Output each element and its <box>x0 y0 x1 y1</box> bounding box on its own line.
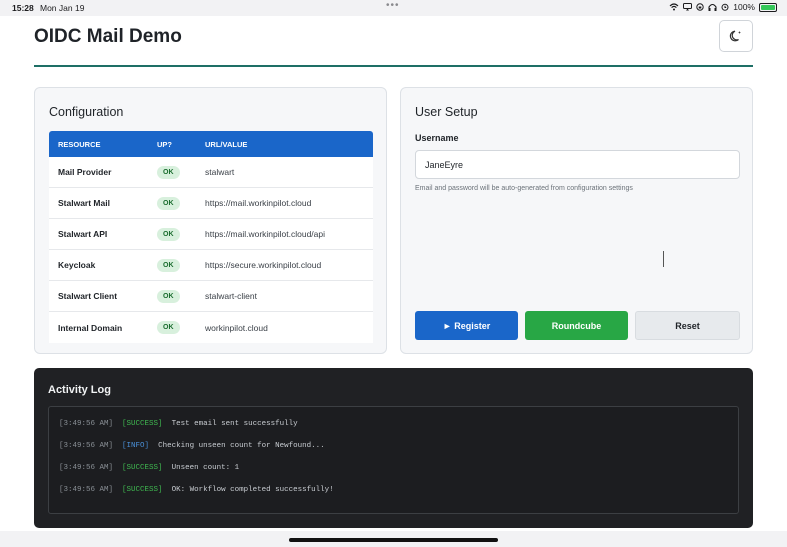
page-title: OIDC Mail Demo <box>34 26 182 47</box>
activity-log-card: Activity Log [3:49:56 AM] [SUCCESS] Test… <box>34 368 753 528</box>
resource-name: Stalwart Client <box>58 291 118 301</box>
resource-value: https://mail.workinpilot.cloud <box>205 198 312 208</box>
register-button[interactable]: ► Register <box>415 311 518 340</box>
status-badge: OK <box>157 227 180 241</box>
username-hint: Email and password will be auto-generate… <box>415 185 633 192</box>
header-divider <box>34 65 753 67</box>
table-row: Keycloak OK https://secure.workinpilot.c… <box>49 250 373 281</box>
status-badge: OK <box>157 258 180 272</box>
reset-button[interactable]: Reset <box>635 311 740 340</box>
status-bar: 15:28 Mon Jan 19 ••• 100% <box>0 0 787 16</box>
resource-name: Stalwart Mail <box>58 198 110 208</box>
activity-log-title: Activity Log <box>48 384 111 396</box>
status-badge: OK <box>157 289 180 303</box>
resource-value: stalwart-client <box>205 291 257 301</box>
home-indicator[interactable] <box>289 538 498 542</box>
activity-log-box[interactable]: [3:49:56 AM] [SUCCESS] Test email sent s… <box>48 406 739 514</box>
status-badge: OK <box>157 196 180 210</box>
configuration-card: Configuration RESOURCE UP? URL/VALUE Mai… <box>34 87 387 354</box>
table-row: Stalwart Client OK stalwart-client <box>49 281 373 312</box>
multitasking-dots-icon[interactable]: ••• <box>386 0 400 11</box>
status-badge: OK <box>157 321 180 334</box>
log-level: [SUCCESS] <box>122 464 163 472</box>
wifi-icon <box>669 3 679 11</box>
status-icons: 100% <box>669 2 777 12</box>
log-time: [3:49:56 AM] <box>59 464 114 472</box>
lock-rotation-icon <box>696 3 704 11</box>
status-time: 15:28 <box>12 3 34 13</box>
log-entry: [3:49:56 AM] [SUCCESS] Unseen count: 1 <box>59 464 239 472</box>
resource-name: Mail Provider <box>58 167 112 177</box>
log-entry: [3:49:56 AM] [SUCCESS] Test email sent s… <box>59 420 298 428</box>
app-page: OIDC Mail Demo Configuration RESOURCE UP… <box>0 16 787 531</box>
theme-toggle-button[interactable] <box>719 20 753 52</box>
alarm-icon <box>721 3 729 11</box>
resource-value: stalwart <box>205 167 235 177</box>
table-row: Stalwart API OK https://mail.workinpilot… <box>49 219 373 250</box>
screen-mirror-icon <box>683 3 693 11</box>
log-message: Test email sent successfully <box>171 420 298 428</box>
user-setup-card: User Setup Username Email and password w… <box>400 87 753 354</box>
column-header-up: UP? <box>157 139 172 149</box>
resource-name: Internal Domain <box>58 322 123 333</box>
user-setup-title: User Setup <box>415 105 478 119</box>
text-cursor <box>663 251 664 267</box>
table-row: Internal Domain OK workinpilot.cloud <box>49 312 373 343</box>
resource-value: https://mail.workinpilot.cloud/api <box>205 229 326 239</box>
battery-percent: 100% <box>733 2 755 12</box>
battery-icon <box>759 2 777 12</box>
table-row: Stalwart Mail OK https://mail.workinpilo… <box>49 188 373 219</box>
moon-icon <box>729 30 741 42</box>
log-level: [INFO] <box>122 442 150 450</box>
configuration-table: RESOURCE UP? URL/VALUE Mail Provider OK … <box>49 131 373 343</box>
resource-name: Stalwart API <box>58 229 108 239</box>
resource-name: Keycloak <box>58 260 96 270</box>
log-message: Unseen count: 1 <box>171 464 240 472</box>
resource-value: https://secure.workinpilot.cloud <box>205 260 322 270</box>
username-input[interactable] <box>415 150 740 179</box>
status-badge: OK <box>157 165 180 179</box>
column-header-value: URL/VALUE <box>205 139 248 149</box>
log-entry: [3:49:56 AM] [INFO] Checking unseen coun… <box>59 442 325 450</box>
log-time: [3:49:56 AM] <box>59 420 114 428</box>
log-level: [SUCCESS] <box>122 486 163 494</box>
status-date: Mon Jan 19 <box>40 3 85 13</box>
log-message: OK: Workflow completed successfully! <box>171 486 334 494</box>
column-header-resource: RESOURCE <box>58 139 101 149</box>
headphones-icon <box>708 3 717 11</box>
configuration-title: Configuration <box>49 105 124 119</box>
log-time: [3:49:56 AM] <box>59 486 114 494</box>
roundcube-button[interactable]: Roundcube <box>525 311 628 340</box>
table-header: RESOURCE UP? URL/VALUE <box>49 131 373 157</box>
log-message: Checking unseen count for Newfound... <box>158 442 325 450</box>
table-row: Mail Provider OK stalwart <box>49 157 373 188</box>
resource-value: workinpilot.cloud <box>205 322 268 333</box>
log-entry: [3:49:56 AM] [SUCCESS] OK: Workflow comp… <box>59 486 334 494</box>
username-label: Username <box>415 133 459 143</box>
log-level: [SUCCESS] <box>122 420 163 428</box>
log-time: [3:49:56 AM] <box>59 442 114 450</box>
